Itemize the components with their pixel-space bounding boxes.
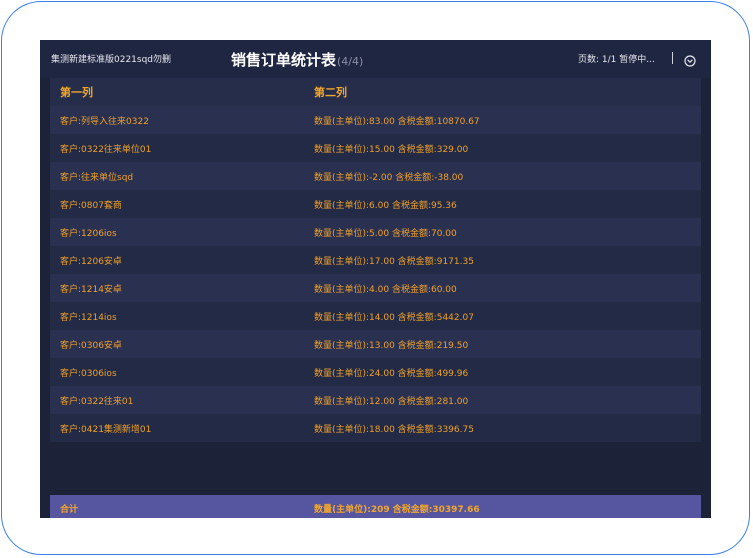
- customer-cell: 客户:0306ios: [60, 368, 117, 379]
- table-row: 客户:列导入往来0322 数量(主单位):83.00 含税金额:10870.67: [50, 106, 701, 134]
- detail-cell: 数量(主单位):17.00 含税金额:9171.35: [314, 256, 474, 267]
- customer-cell: 客户:0306安卓: [60, 340, 122, 351]
- detail-cell: 数量(主单位):6.00 含税金额:95.36: [314, 200, 457, 211]
- customer-cell: 客户:0421集测新增01: [60, 424, 152, 435]
- detail-cell: 数量(主单位):15.00 含税金额:329.00: [314, 144, 469, 155]
- table-row: 客户:往来单位sqd 数量(主单位):-2.00 含税金额:-38.00: [50, 162, 701, 190]
- table-row: 客户:0306ios 数量(主单位):24.00 含税金额:499.96: [50, 358, 701, 386]
- project-name: 集测新建标准版0221sqd勿删: [51, 55, 172, 65]
- total-row: 合计 数量(主单位):209 含税金额:30397.66: [50, 495, 701, 518]
- divider: [672, 52, 673, 64]
- report-screen: 集测新建标准版0221sqd勿删 销售订单统计表(4/4) 页数: 1/1 暂停…: [40, 40, 711, 518]
- customer-cell: 客户:1214ios: [60, 312, 117, 323]
- playback-status: 页数: 1/1 暂停中...: [578, 55, 655, 65]
- table-row: 客户:0306安卓 数量(主单位):13.00 含税金额:219.50: [50, 330, 701, 358]
- detail-cell: 数量(主单位):83.00 含税金额:10870.67: [314, 116, 480, 127]
- detail-cell: 数量(主单位):4.00 含税金额:60.00: [314, 284, 457, 295]
- customer-cell: 客户:0322往来01: [60, 396, 134, 407]
- data-table: 第一列 第二列 客户:列导入往来0322 数量(主单位):83.00 含税金额:1…: [50, 78, 701, 442]
- table-body: 客户:列导入往来0322 数量(主单位):83.00 含税金额:10870.67 客…: [50, 106, 701, 442]
- table-row: 客户:0807套商 数量(主单位):6.00 含税金额:95.36: [50, 190, 701, 218]
- page-indicator: (4/4): [337, 55, 364, 68]
- customer-cell: 客户:列导入往来0322: [60, 116, 149, 127]
- table-row: 客户:0322往来单位01 数量(主单位):15.00 含税金额:329.00: [50, 134, 701, 162]
- top-bar: 集测新建标准版0221sqd勿删 销售订单统计表(4/4) 页数: 1/1 暂停…: [40, 40, 711, 78]
- table-row: 客户:1214ios 数量(主单位):14.00 含税金额:5442.07: [50, 302, 701, 330]
- total-detail: 数量(主单位):209 含税金额:30397.66: [314, 505, 480, 515]
- detail-cell: 数量(主单位):5.00 含税金额:70.00: [314, 228, 457, 239]
- column-header-2: 第二列: [314, 86, 347, 99]
- customer-cell: 客户:往来单位sqd: [60, 172, 134, 183]
- customer-cell: 客户:1206安卓: [60, 256, 122, 267]
- report-title-text: 销售订单统计表: [231, 51, 337, 69]
- column-header-1: 第一列: [60, 86, 93, 99]
- table-row: 客户:1206安卓 数量(主单位):17.00 含税金额:9171.35: [50, 246, 701, 274]
- total-label: 合计: [60, 505, 79, 515]
- table-row: 客户:0322往来01 数量(主单位):12.00 含税金额:281.00: [50, 386, 701, 414]
- detail-cell: 数量(主单位):13.00 含税金额:219.50: [314, 340, 469, 351]
- detail-cell: 数量(主单位):12.00 含税金额:281.00: [314, 396, 469, 407]
- chevron-down-circle-icon[interactable]: [684, 52, 696, 67]
- customer-cell: 客户:1214安卓: [60, 284, 122, 295]
- customer-cell: 客户:1206ios: [60, 228, 117, 239]
- detail-cell: 数量(主单位):18.00 含税金额:3396.75: [314, 424, 474, 435]
- detail-cell: 数量(主单位):14.00 含税金额:5442.07: [314, 312, 474, 323]
- customer-cell: 客户:0322往来单位01: [60, 144, 152, 155]
- table-row: 客户:1214安卓 数量(主单位):4.00 含税金额:60.00: [50, 274, 701, 302]
- detail-cell: 数量(主单位):-2.00 含税金额:-38.00: [314, 172, 464, 183]
- table-header: 第一列 第二列: [50, 78, 701, 106]
- table-row: 客户:1206ios 数量(主单位):5.00 含税金额:70.00: [50, 218, 701, 246]
- customer-cell: 客户:0807套商: [60, 200, 122, 211]
- report-title: 销售订单统计表(4/4): [231, 49, 363, 70]
- table-row: 客户:0421集测新增01 数量(主单位):18.00 含税金额:3396.75: [50, 414, 701, 442]
- detail-cell: 数量(主单位):24.00 含税金额:499.96: [314, 368, 469, 379]
